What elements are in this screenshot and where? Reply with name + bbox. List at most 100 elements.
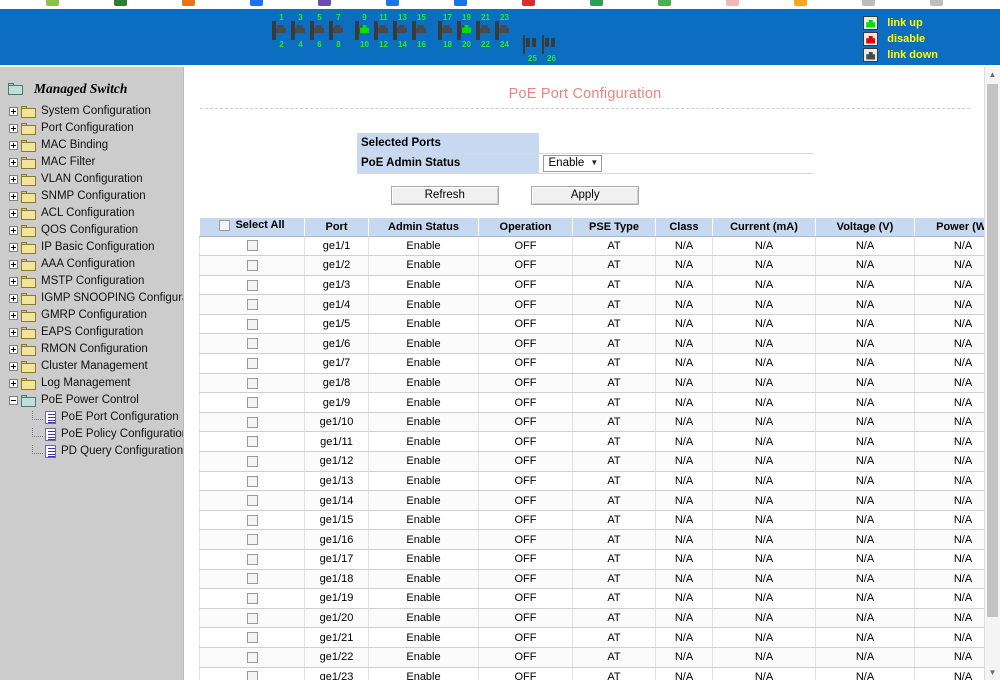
row-checkbox[interactable] (246, 240, 258, 252)
port-column[interactable]: 9 10 (355, 13, 374, 65)
row-select-cell[interactable] (199, 412, 305, 433)
port-column[interactable]: 15 16 (412, 13, 431, 65)
bookmark-icon[interactable] (454, 0, 467, 6)
expand-toggle-icon[interactable] (9, 107, 18, 116)
expand-toggle-icon[interactable] (9, 362, 18, 371)
sidebar-subitem-poe-port-configuration[interactable]: PoE Port Configuration (32, 409, 183, 426)
port-column[interactable]: 13 14 (393, 13, 412, 65)
row-select-cell[interactable] (199, 647, 305, 668)
bookmark-icon[interactable] (658, 0, 671, 6)
row-select-cell[interactable] (199, 255, 305, 276)
expand-toggle-icon[interactable] (9, 379, 18, 388)
table-row[interactable]: ge1/19 Enable OFF AT N/A N/A N/A N/A (199, 588, 985, 609)
port-column[interactable]: 25 (523, 13, 542, 65)
select-all-checkbox[interactable] (219, 219, 231, 231)
expand-toggle-icon[interactable] (9, 226, 18, 235)
table-row[interactable]: ge1/14 Enable OFF AT N/A N/A N/A N/A (199, 490, 985, 511)
row-select-cell[interactable] (199, 431, 305, 453)
expand-toggle-icon[interactable] (9, 192, 18, 201)
table-row[interactable]: ge1/6 Enable OFF AT N/A N/A N/A N/A (199, 333, 985, 355)
row-select-cell[interactable] (199, 451, 305, 472)
row-select-cell[interactable] (199, 471, 305, 492)
row-checkbox[interactable] (246, 671, 258, 680)
port-column[interactable]: 34 (291, 13, 310, 65)
row-checkbox[interactable] (246, 632, 258, 644)
sidebar-item-snmp-configuration[interactable]: SNMP Configuration (9, 188, 183, 205)
expand-toggle-icon[interactable] (9, 328, 18, 337)
row-checkbox[interactable] (246, 357, 258, 369)
port-column[interactable]: 26 (542, 13, 561, 65)
port-column[interactable]: 56 (310, 13, 329, 65)
row-checkbox[interactable] (246, 475, 258, 487)
sidebar-item-rmon-configuration[interactable]: RMON Configuration (9, 341, 183, 358)
table-row[interactable]: ge1/7 Enable OFF AT N/A N/A N/A N/A (199, 353, 985, 374)
table-row[interactable]: ge1/5 Enable OFF AT N/A N/A N/A N/A (199, 314, 985, 335)
table-row[interactable]: ge1/12 Enable OFF AT N/A N/A N/A N/A (199, 451, 985, 472)
row-select-cell[interactable] (199, 569, 305, 590)
row-checkbox[interactable] (246, 318, 258, 330)
bookmark-icon[interactable] (726, 0, 739, 6)
table-row[interactable]: ge1/17 Enable OFF AT N/A N/A N/A N/A (199, 549, 985, 570)
sidebar-subitem-poe-policy-configuration[interactable]: PoE Policy Configuration (32, 426, 183, 443)
table-row[interactable]: ge1/4 Enable OFF AT N/A N/A N/A N/A (199, 294, 985, 315)
row-select-cell[interactable] (199, 353, 305, 374)
sidebar-root[interactable]: Managed Switch (8, 79, 183, 99)
sidebar-item-system-configuration[interactable]: System Configuration (9, 103, 183, 120)
expand-toggle-icon[interactable] (9, 277, 18, 286)
expand-toggle-icon[interactable] (9, 260, 18, 269)
apply-button[interactable]: Apply (531, 185, 640, 205)
collapse-toggle-icon[interactable] (9, 396, 18, 405)
table-row[interactable]: ge1/10 Enable OFF AT N/A N/A N/A N/A (199, 412, 985, 433)
expand-toggle-icon[interactable] (9, 294, 18, 303)
table-row[interactable]: ge1/20 Enable OFF AT N/A N/A N/A N/A (199, 608, 985, 629)
port-column[interactable]: 17 18 (438, 13, 457, 65)
scroll-down-arrow-icon[interactable]: ▼ (985, 665, 1000, 680)
row-checkbox[interactable] (246, 553, 258, 565)
bookmark-icon[interactable] (930, 0, 943, 6)
sidebar-item-port-configuration[interactable]: Port Configuration (9, 120, 183, 137)
port-column[interactable]: 11 12 (374, 13, 393, 65)
table-row[interactable]: ge1/11 Enable OFF AT N/A N/A N/A N/A (199, 431, 985, 453)
row-select-cell[interactable] (199, 627, 305, 648)
scroll-up-arrow-icon[interactable]: ▲ (985, 67, 1000, 82)
sidebar-item-poe-power-control[interactable]: PoE Power Control (9, 392, 183, 409)
sidebar-item-aaa-configuration[interactable]: AAA Configuration (9, 256, 183, 273)
table-row[interactable]: ge1/3 Enable OFF AT N/A N/A N/A N/A (199, 275, 985, 296)
row-select-cell[interactable] (199, 608, 305, 629)
bookmark-icon[interactable] (114, 0, 127, 6)
sidebar-item-cluster-management[interactable]: Cluster Management (9, 358, 183, 375)
expand-toggle-icon[interactable] (9, 243, 18, 252)
table-row[interactable]: ge1/8 Enable OFF AT N/A N/A N/A N/A (199, 373, 985, 394)
row-checkbox[interactable] (246, 299, 258, 311)
sidebar-item-eaps-configuration[interactable]: EAPS Configuration (9, 324, 183, 341)
vertical-scrollbar[interactable]: ▲ ▼ (984, 67, 1000, 680)
table-row[interactable]: ge1/15 Enable OFF AT N/A N/A N/A N/A (199, 510, 985, 531)
port-column[interactable]: 21 22 (476, 13, 495, 65)
row-select-cell[interactable] (199, 529, 305, 550)
bookmark-icon[interactable] (590, 0, 603, 6)
bookmark-icon[interactable] (386, 0, 399, 6)
table-row[interactable]: ge1/23 Enable OFF AT N/A N/A N/A N/A (199, 667, 985, 680)
port-map[interactable]: 1 2 3 4 5 6 7 8 9 10 11 12 13 14 15 16 17 18 19 20 21 22 23 24 2… (272, 13, 652, 65)
bookmark-icon[interactable] (182, 0, 195, 6)
row-checkbox[interactable] (246, 495, 258, 507)
row-select-cell[interactable] (199, 314, 305, 335)
scrollbar-thumb[interactable] (987, 84, 998, 617)
sidebar-item-vlan-configuration[interactable]: VLAN Configuration (9, 171, 183, 188)
row-checkbox[interactable] (246, 416, 258, 428)
sidebar-item-qos-configuration[interactable]: QOS Configuration (9, 222, 183, 239)
sidebar-item-ip-basic-configuration[interactable]: IP Basic Configuration (9, 239, 183, 256)
row-checkbox[interactable] (246, 279, 258, 291)
table-row[interactable]: ge1/18 Enable OFF AT N/A N/A N/A N/A (199, 569, 985, 590)
row-checkbox[interactable] (246, 455, 258, 467)
row-select-cell[interactable] (199, 236, 305, 257)
row-select-cell[interactable] (199, 392, 305, 413)
row-checkbox[interactable] (246, 651, 258, 663)
row-checkbox[interactable] (246, 338, 258, 350)
row-checkbox[interactable] (246, 397, 258, 409)
port-column[interactable]: 12 (272, 13, 291, 65)
sidebar-item-mstp-configuration[interactable]: MSTP Configuration (9, 273, 183, 290)
sidebar-item-igmp-snooping-configuration[interactable]: IGMP SNOOPING Configuration (9, 290, 183, 307)
row-select-cell[interactable] (199, 588, 305, 609)
row-select-cell[interactable] (199, 333, 305, 355)
